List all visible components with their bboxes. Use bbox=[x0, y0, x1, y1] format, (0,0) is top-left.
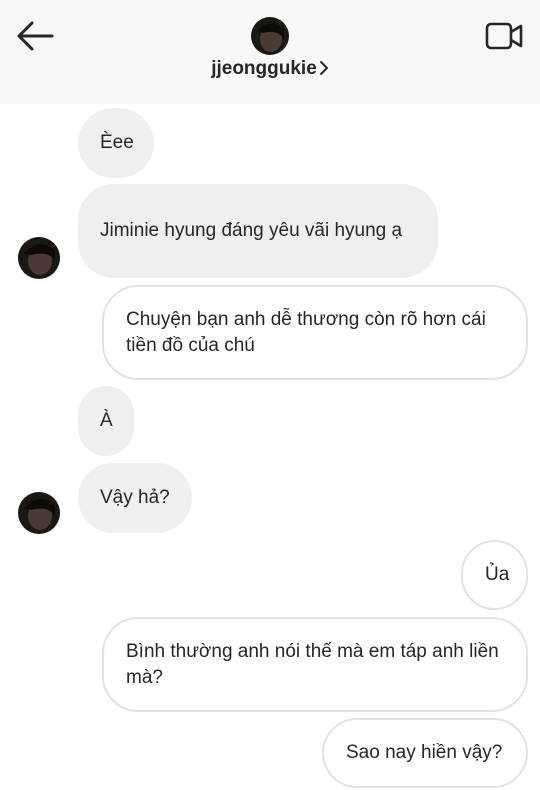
message-text: Jiminie hyung đáng yêu vãi hyung ạ bbox=[100, 220, 403, 241]
username-text: jjeonggukie bbox=[211, 58, 317, 79]
message-text: Ủa bbox=[485, 564, 510, 585]
message-bubble-incoming[interactable]: Vậy hả? bbox=[78, 463, 192, 533]
message-bubble-outgoing[interactable]: Chuyện bạn anh dễ thương còn rõ hơn cái … bbox=[102, 285, 528, 380]
avatar-photo-icon bbox=[18, 237, 60, 279]
message-text: Sao nay hiền vậy? bbox=[346, 742, 503, 763]
message-bubble-incoming[interactable]: Jiminie hyung đáng yêu vãi hyung ạ bbox=[78, 184, 438, 278]
message-text: Vậy hả? bbox=[100, 487, 170, 508]
message-bubble-incoming[interactable]: À bbox=[78, 386, 134, 456]
message-bubble-outgoing[interactable]: Ủa bbox=[461, 540, 528, 610]
avatar-photo-icon bbox=[18, 492, 60, 534]
sender-avatar[interactable] bbox=[18, 492, 60, 534]
avatar-photo-icon bbox=[251, 17, 289, 55]
message-text: Chuyện bạn anh dễ thương còn rõ hơn cái … bbox=[126, 308, 486, 356]
message-text: À bbox=[100, 410, 113, 431]
message-bubble-outgoing[interactable]: Bình thường anh nói thế mà em táp anh li… bbox=[102, 617, 528, 712]
back-arrow-icon[interactable] bbox=[14, 18, 56, 54]
message-bubble-outgoing[interactable]: Sao nay hiền vậy? bbox=[322, 718, 528, 788]
chevron-right-icon bbox=[319, 61, 328, 75]
sender-avatar[interactable] bbox=[18, 237, 60, 279]
message-text: Èee bbox=[100, 132, 134, 153]
header-avatar[interactable] bbox=[251, 17, 289, 55]
message-bubble-incoming[interactable]: Èee bbox=[78, 108, 154, 178]
header-username-button[interactable]: jjeonggukie bbox=[0, 58, 540, 80]
message-text: Bình thường anh nói thế mà em táp anh li… bbox=[126, 640, 499, 688]
video-call-icon[interactable] bbox=[484, 20, 524, 52]
chat-header: jjeonggukie bbox=[0, 0, 540, 104]
